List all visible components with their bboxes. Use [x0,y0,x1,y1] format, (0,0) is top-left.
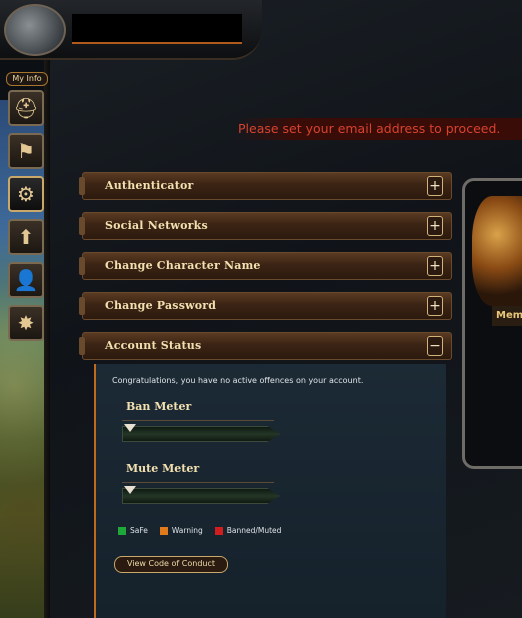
my-info-tag: My Info [6,72,48,86]
section-social-networks[interactable]: Social Networks + [79,212,452,240]
email-notice: Please set your email address to proceed… [236,118,522,140]
member-panel-label: Mem [492,306,522,326]
legend-swatch-warning [159,526,168,535]
tab-helmet[interactable]: ⛑ [8,90,44,126]
legend-item-warning: Warning [159,526,203,535]
legend-item-safe: SaFe [118,526,148,535]
header-frame [0,0,262,60]
meter-legend: SaFe Warning Banned/Muted [118,526,281,535]
collapse-button[interactable]: − [427,336,443,356]
ban-meter-divider [122,420,274,421]
section-label: Social Networks [105,219,208,232]
game-emblem-icon [4,4,66,56]
legend-item-banned: Banned/Muted [214,526,282,535]
side-tab-bar: ⛑ ⚑ ⚙ ⬆ 👤 ✸ [8,90,48,348]
expand-button[interactable]: + [427,256,443,276]
legend-label: SaFe [130,526,148,535]
section-label: Change Character Name [105,259,261,272]
tab-combat[interactable]: ✸ [8,305,44,341]
mute-meter-title: Mute Meter [126,462,200,475]
section-change-character-name[interactable]: Change Character Name + [79,252,452,280]
legend-swatch-safe [118,526,126,535]
legend-label: Warning [171,526,203,535]
section-account-status[interactable]: Account Status − [79,332,452,360]
mute-meter-track [122,488,280,504]
tab-friends[interactable]: 👤 [8,262,44,298]
tab-banner[interactable]: ⚑ [8,133,44,169]
account-status-message: Congratulations, you have no active offe… [112,376,364,385]
legend-swatch-banned [214,526,223,535]
section-label: Authenticator [105,179,194,192]
section-change-password[interactable]: Change Password + [79,292,452,320]
section-authenticator[interactable]: Authenticator + [79,172,452,200]
ban-meter-title: Ban Meter [126,400,192,413]
expand-button[interactable]: + [427,216,443,236]
add-friend-icon: 👤 [13,268,39,292]
skills-upgrade-icon: ⬆ [17,225,35,249]
mute-meter-divider [122,482,274,483]
gear-icon: ⚙ [17,182,35,206]
ban-meter-marker [124,424,136,432]
legend-label: Banned/Muted [226,526,282,535]
tab-skills[interactable]: ⬆ [8,219,44,255]
helmet-icon: ⛑ [13,96,39,120]
section-label: Account Status [105,339,202,352]
player-name-bar [72,14,242,44]
section-label: Change Password [105,299,217,312]
view-code-of-conduct-button[interactable]: View Code of Conduct [114,556,228,573]
ban-meter-track [122,426,280,442]
mute-meter-marker [124,486,136,494]
expand-button[interactable]: + [427,176,443,196]
banner-icon: ⚑ [17,139,35,163]
tab-settings[interactable]: ⚙ [8,176,44,212]
account-status-panel: Congratulations, you have no active offe… [94,364,446,618]
expand-button[interactable]: + [427,296,443,316]
settings-sections: Authenticator + Social Networks + Change… [79,172,452,372]
grenade-icon: ✸ [17,311,35,335]
dragon-emblem-icon [472,196,522,306]
